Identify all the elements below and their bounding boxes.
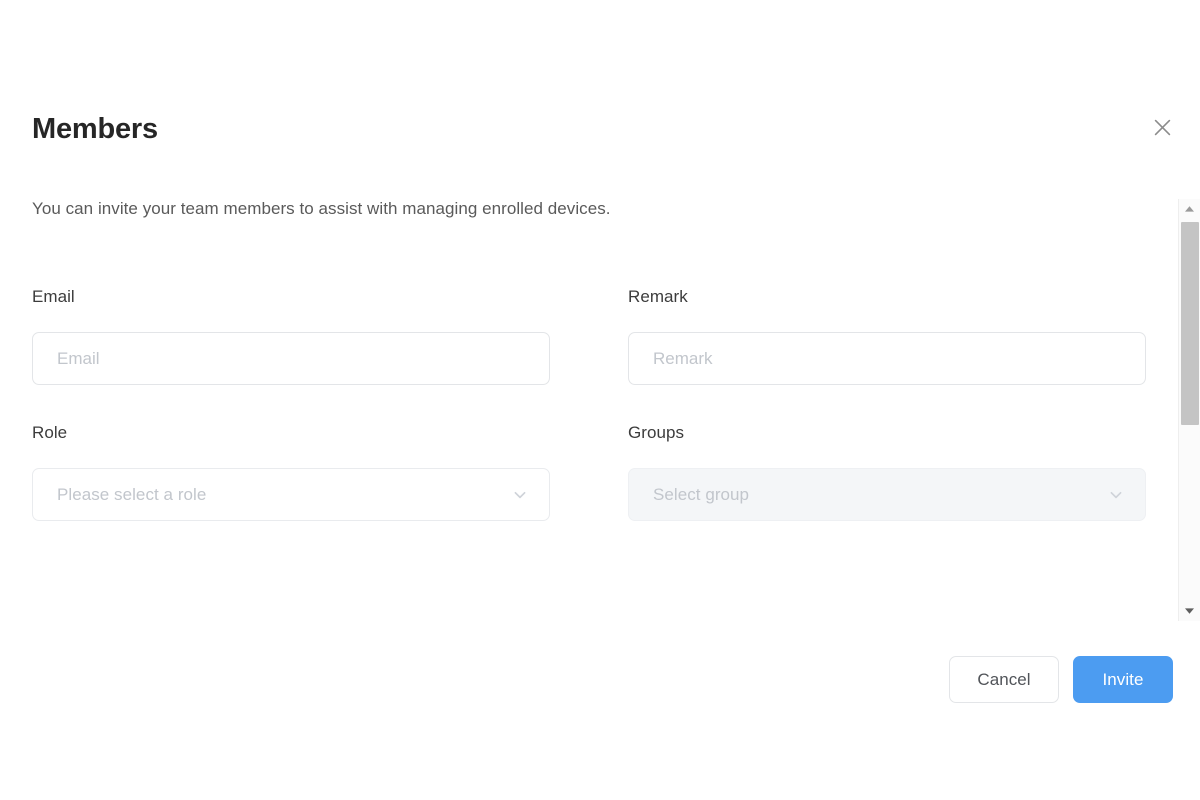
groups-select-value: Select group [653, 484, 750, 504]
cancel-button[interactable]: Cancel [949, 656, 1059, 703]
field-label-groups: Groups [628, 423, 685, 442]
dialog-header: Members [32, 112, 1168, 146]
field-groups: Groups Select group [628, 422, 1146, 521]
field-role: Role Please select a role [32, 422, 550, 521]
close-button[interactable] [1148, 113, 1176, 141]
vertical-scrollbar[interactable] [1178, 199, 1200, 621]
email-input[interactable] [32, 332, 550, 385]
page-title: Members [32, 113, 158, 145]
field-label-remark: Remark [628, 287, 688, 306]
form-row-2: Role Please select a role Groups Select … [32, 422, 1146, 521]
field-remark: Remark [628, 286, 1146, 385]
chevron-down-icon [1107, 486, 1125, 504]
invite-form: Email Remark Role Please select a role [32, 286, 1146, 521]
scroll-down-arrow-icon [1184, 607, 1195, 615]
field-label-role: Role [32, 423, 68, 442]
field-label-email: Email [32, 287, 75, 306]
dialog-footer: Cancel Invite [949, 656, 1173, 703]
field-email: Email [32, 286, 550, 385]
groups-select[interactable]: Select group [628, 468, 1146, 521]
dialog-description: You can invite your team members to assi… [32, 199, 611, 218]
scroll-down-button[interactable] [1179, 601, 1200, 621]
invite-button[interactable]: Invite [1073, 656, 1173, 703]
close-icon [1154, 119, 1171, 136]
form-row-1: Email Remark [32, 286, 1146, 385]
role-select[interactable]: Please select a role [32, 468, 550, 521]
scrollbar-thumb[interactable] [1181, 222, 1199, 425]
chevron-down-icon [511, 486, 529, 504]
role-select-value: Please select a role [57, 484, 207, 504]
scroll-up-button[interactable] [1179, 199, 1200, 219]
scroll-up-arrow-icon [1184, 205, 1195, 213]
members-invite-dialog: Members You can invite your team members… [0, 0, 1200, 800]
remark-input[interactable] [628, 332, 1146, 385]
